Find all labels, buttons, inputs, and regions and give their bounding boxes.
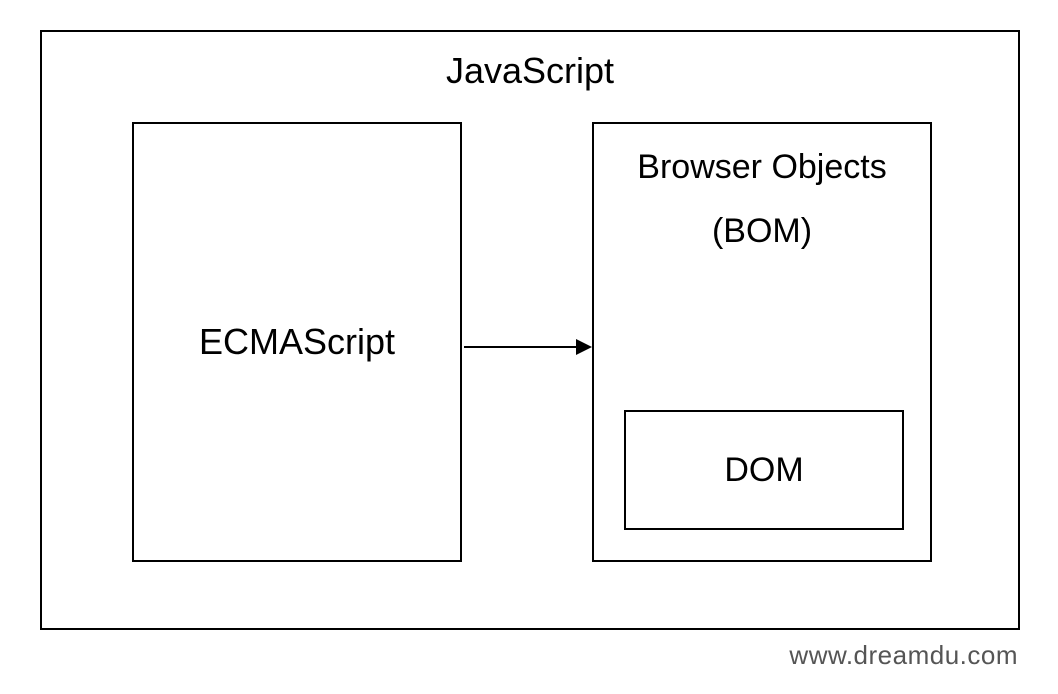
ecmascript-label: ECMAScript	[199, 321, 395, 363]
browser-objects-box: Browser Objects (BOM) DOM	[592, 122, 932, 562]
diagram-row: ECMAScript Browser Objects (BOM) DOM	[42, 102, 1018, 592]
javascript-title: JavaScript	[42, 32, 1018, 102]
javascript-container-box: JavaScript ECMAScript Browser Objects (B…	[40, 30, 1020, 630]
arrow-right-icon	[464, 332, 592, 362]
footer-url: www.dreamdu.com	[789, 640, 1018, 671]
browser-objects-title-line2: (BOM)	[594, 212, 930, 251]
browser-objects-title-line1: Browser Objects	[594, 144, 930, 192]
ecmascript-box: ECMAScript	[132, 122, 462, 562]
dom-box: DOM	[624, 410, 904, 530]
dom-label: DOM	[724, 451, 803, 490]
